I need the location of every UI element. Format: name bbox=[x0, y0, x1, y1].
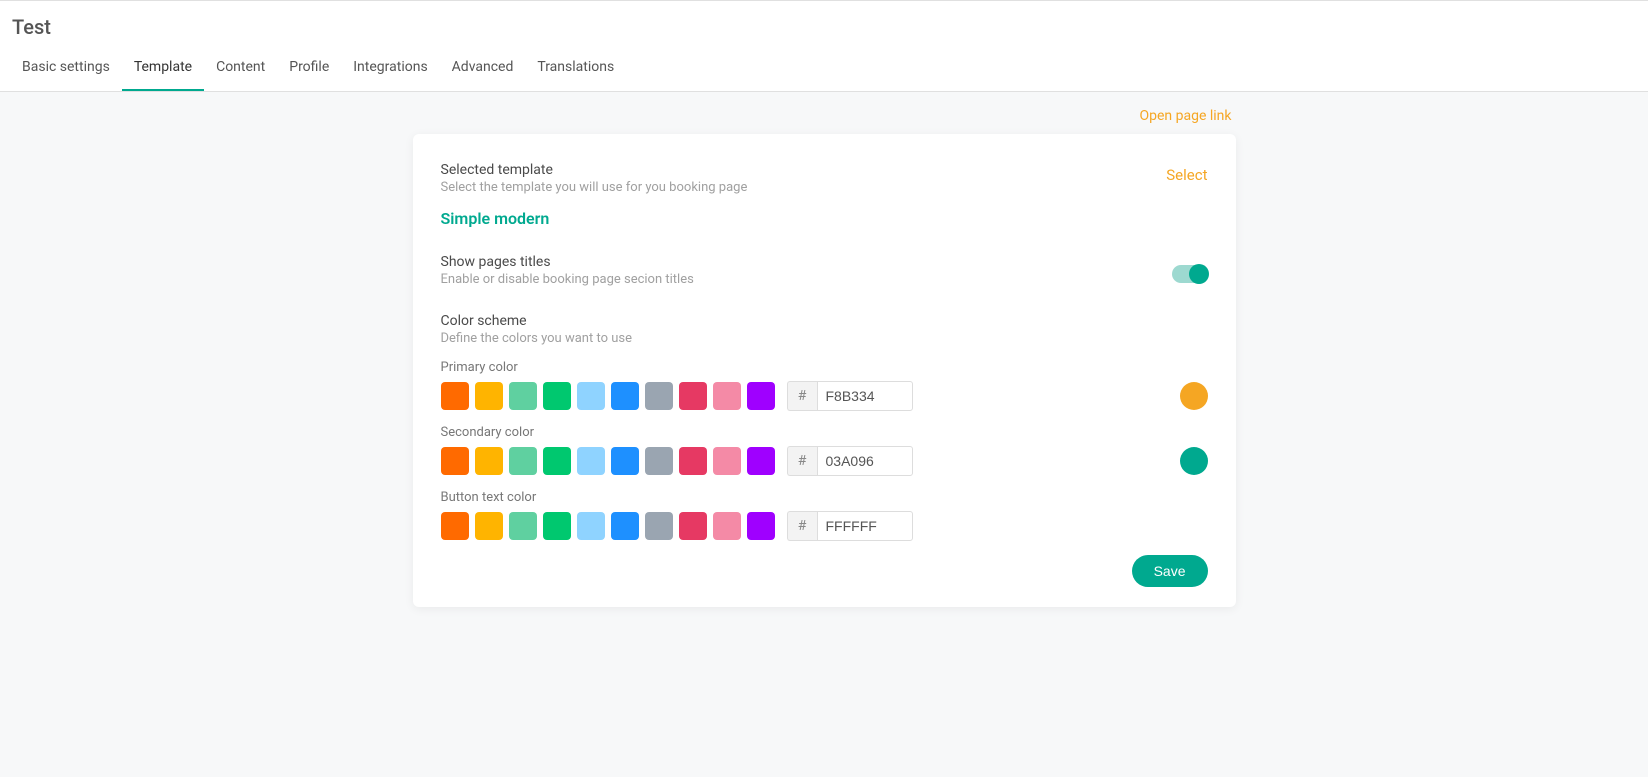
color-swatch[interactable] bbox=[543, 512, 571, 540]
primary-hex-input[interactable] bbox=[817, 381, 913, 411]
secondary-color-group: Secondary color # bbox=[441, 425, 1208, 476]
color-swatch[interactable] bbox=[645, 512, 673, 540]
color-swatch[interactable] bbox=[543, 382, 571, 410]
open-page-link[interactable]: Open page link bbox=[1140, 108, 1232, 124]
hash-label: # bbox=[787, 446, 817, 476]
tab-profile[interactable]: Profile bbox=[277, 47, 341, 91]
color-swatch[interactable] bbox=[475, 512, 503, 540]
button-text-hex-input[interactable] bbox=[817, 511, 913, 541]
page-title: Test bbox=[0, 1, 1648, 47]
hash-label: # bbox=[787, 511, 817, 541]
tab-translations[interactable]: Translations bbox=[525, 47, 626, 91]
tab-template[interactable]: Template bbox=[122, 47, 204, 91]
color-swatch[interactable] bbox=[543, 447, 571, 475]
button-text-color-label: Button text color bbox=[441, 490, 1208, 505]
color-swatch[interactable] bbox=[713, 512, 741, 540]
color-scheme-title: Color scheme bbox=[441, 313, 1208, 329]
color-swatch[interactable] bbox=[747, 447, 775, 475]
selected-template-subtitle: Select the template you will use for you… bbox=[441, 180, 748, 195]
section-show-titles: Show pages titles Enable or disable book… bbox=[441, 254, 1208, 287]
hash-label: # bbox=[787, 381, 817, 411]
secondary-preview-dot bbox=[1180, 447, 1208, 475]
color-swatch[interactable] bbox=[713, 382, 741, 410]
actions-row: Save bbox=[441, 555, 1208, 587]
button-text-color-row: # bbox=[441, 511, 1208, 541]
color-swatch[interactable] bbox=[577, 382, 605, 410]
topbar: Test Basic settings Template Content Pro… bbox=[0, 0, 1648, 92]
secondary-color-label: Secondary color bbox=[441, 425, 1208, 440]
color-swatch[interactable] bbox=[679, 512, 707, 540]
show-titles-toggle[interactable] bbox=[1172, 265, 1208, 283]
primary-color-group: Primary color # bbox=[441, 360, 1208, 411]
color-swatch[interactable] bbox=[509, 512, 537, 540]
selected-template-title: Selected template bbox=[441, 162, 748, 178]
selected-template-name: Simple modern bbox=[441, 209, 1208, 228]
save-button[interactable]: Save bbox=[1132, 555, 1208, 587]
button-text-color-group: Button text color # bbox=[441, 490, 1208, 541]
tab-content[interactable]: Content bbox=[204, 47, 277, 91]
color-swatch[interactable] bbox=[645, 382, 673, 410]
color-swatch[interactable] bbox=[509, 447, 537, 475]
primary-color-label: Primary color bbox=[441, 360, 1208, 375]
secondary-hex-group: # bbox=[787, 446, 913, 476]
open-page-link-row: Open page link bbox=[413, 92, 1236, 134]
color-swatch[interactable] bbox=[611, 512, 639, 540]
settings-card: Selected template Select the template yo… bbox=[413, 134, 1236, 607]
color-swatch[interactable] bbox=[611, 447, 639, 475]
color-swatch[interactable] bbox=[441, 447, 469, 475]
show-titles-title: Show pages titles bbox=[441, 254, 694, 270]
color-swatch[interactable] bbox=[747, 512, 775, 540]
show-titles-subtitle: Enable or disable booking page secion ti… bbox=[441, 272, 694, 287]
color-swatch[interactable] bbox=[611, 382, 639, 410]
color-swatch[interactable] bbox=[747, 382, 775, 410]
color-swatch[interactable] bbox=[713, 447, 741, 475]
tab-basic-settings[interactable]: Basic settings bbox=[10, 47, 122, 91]
secondary-color-row: # bbox=[441, 446, 1208, 476]
color-swatch[interactable] bbox=[679, 447, 707, 475]
color-swatch[interactable] bbox=[475, 447, 503, 475]
color-swatch[interactable] bbox=[509, 382, 537, 410]
toggle-knob bbox=[1189, 264, 1209, 284]
color-swatch[interactable] bbox=[441, 512, 469, 540]
primary-preview-dot bbox=[1180, 382, 1208, 410]
color-swatch[interactable] bbox=[441, 382, 469, 410]
primary-color-row: # bbox=[441, 381, 1208, 411]
section-selected-template: Selected template Select the template yo… bbox=[441, 162, 1208, 228]
color-swatch[interactable] bbox=[577, 447, 605, 475]
tab-advanced[interactable]: Advanced bbox=[440, 47, 526, 91]
content-area: Open page link Selected template Select … bbox=[0, 92, 1648, 607]
color-scheme-subtitle: Define the colors you want to use bbox=[441, 331, 1208, 346]
button-text-hex-group: # bbox=[787, 511, 913, 541]
color-swatch[interactable] bbox=[679, 382, 707, 410]
secondary-hex-input[interactable] bbox=[817, 446, 913, 476]
tabs: Basic settings Template Content Profile … bbox=[0, 47, 1648, 91]
select-template-button[interactable]: Select bbox=[1166, 162, 1207, 184]
section-color-scheme: Color scheme Define the colors you want … bbox=[441, 313, 1208, 346]
color-swatch[interactable] bbox=[577, 512, 605, 540]
color-swatch[interactable] bbox=[475, 382, 503, 410]
tab-integrations[interactable]: Integrations bbox=[341, 47, 439, 91]
color-swatch[interactable] bbox=[645, 447, 673, 475]
primary-hex-group: # bbox=[787, 381, 913, 411]
